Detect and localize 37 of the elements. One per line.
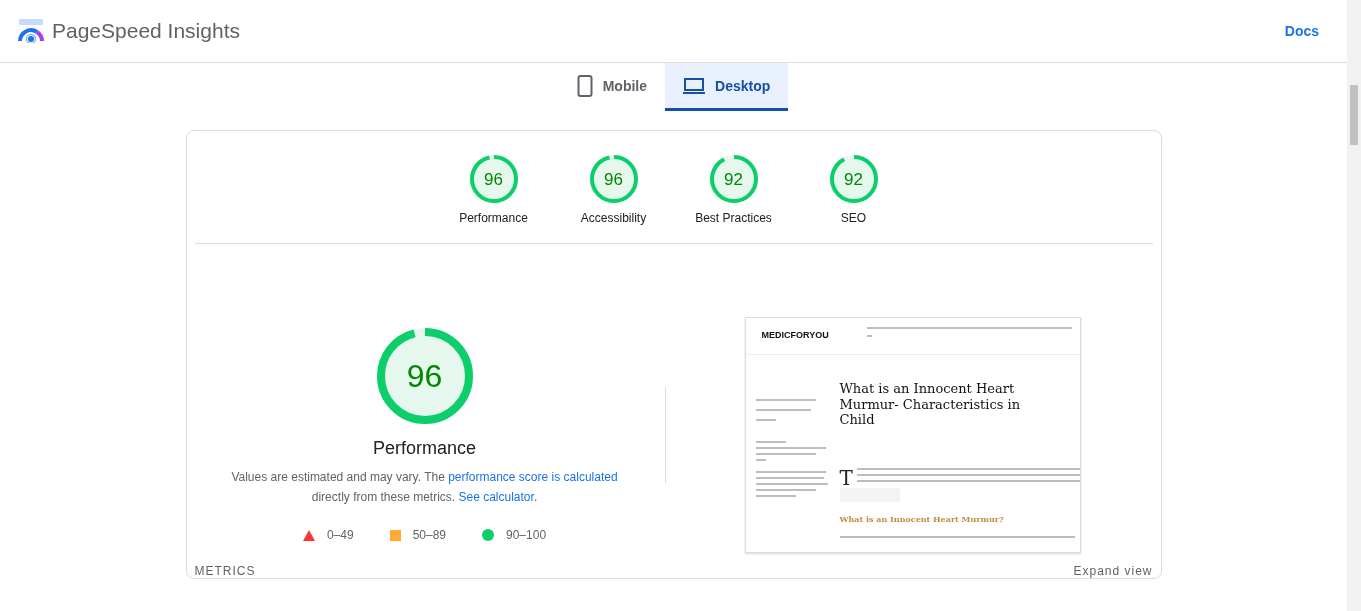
article-title: What is an Innocent Heart Murmur- Characteristics in Child xyxy=(839,381,1022,428)
score-value: 96 xyxy=(406,360,443,392)
score-description: Values are estimated and may vary. The performance score is calculated directly from these metrics. See calculator. xyxy=(230,469,619,506)
scrollbar[interactable] xyxy=(1347,0,1361,611)
app-title: PageSpeed Insights xyxy=(52,19,240,43)
laptop-icon xyxy=(683,77,706,94)
score-value: 96 xyxy=(484,170,503,188)
drop-cap: T xyxy=(839,467,853,488)
category-label: Accessibility xyxy=(580,211,647,225)
gauge-logo-icon xyxy=(18,19,44,43)
category-label: Performance xyxy=(459,211,528,225)
metrics-heading: METRICS xyxy=(194,564,256,578)
expand-view-link[interactable]: Expand view xyxy=(1073,564,1153,578)
triangle-icon xyxy=(302,529,315,541)
site-logo: MEDICFORYOU xyxy=(761,330,829,340)
phone-icon xyxy=(576,74,593,97)
device-tab[interactable]: Mobile xyxy=(558,63,666,111)
circle-icon xyxy=(482,529,494,541)
calculator-link[interactable]: See calculator xyxy=(458,490,534,504)
score-gauge xyxy=(589,155,638,203)
legend-range: 0–49 xyxy=(326,528,354,542)
score-value: 92 xyxy=(844,170,863,188)
device-tab[interactable]: Desktop xyxy=(665,63,789,111)
score-calculation-link[interactable]: performance score is calculated xyxy=(448,470,618,484)
score-gauge xyxy=(469,155,518,203)
category-label: Best Practices xyxy=(695,211,772,225)
legend-range: 50–89 xyxy=(412,528,446,542)
score-value: 92 xyxy=(724,170,743,188)
score-value: 96 xyxy=(604,170,623,188)
legend-range: 90–100 xyxy=(506,528,547,542)
score-gauge xyxy=(709,155,758,203)
category-label: SEO xyxy=(840,211,867,225)
docs-link[interactable]: Docs xyxy=(1284,23,1319,39)
score-gauge xyxy=(829,155,878,203)
section-heading: What is an Innocent Heart Murmur? xyxy=(839,513,1005,524)
performance-title: Performance xyxy=(372,438,476,459)
square-icon xyxy=(389,529,401,541)
